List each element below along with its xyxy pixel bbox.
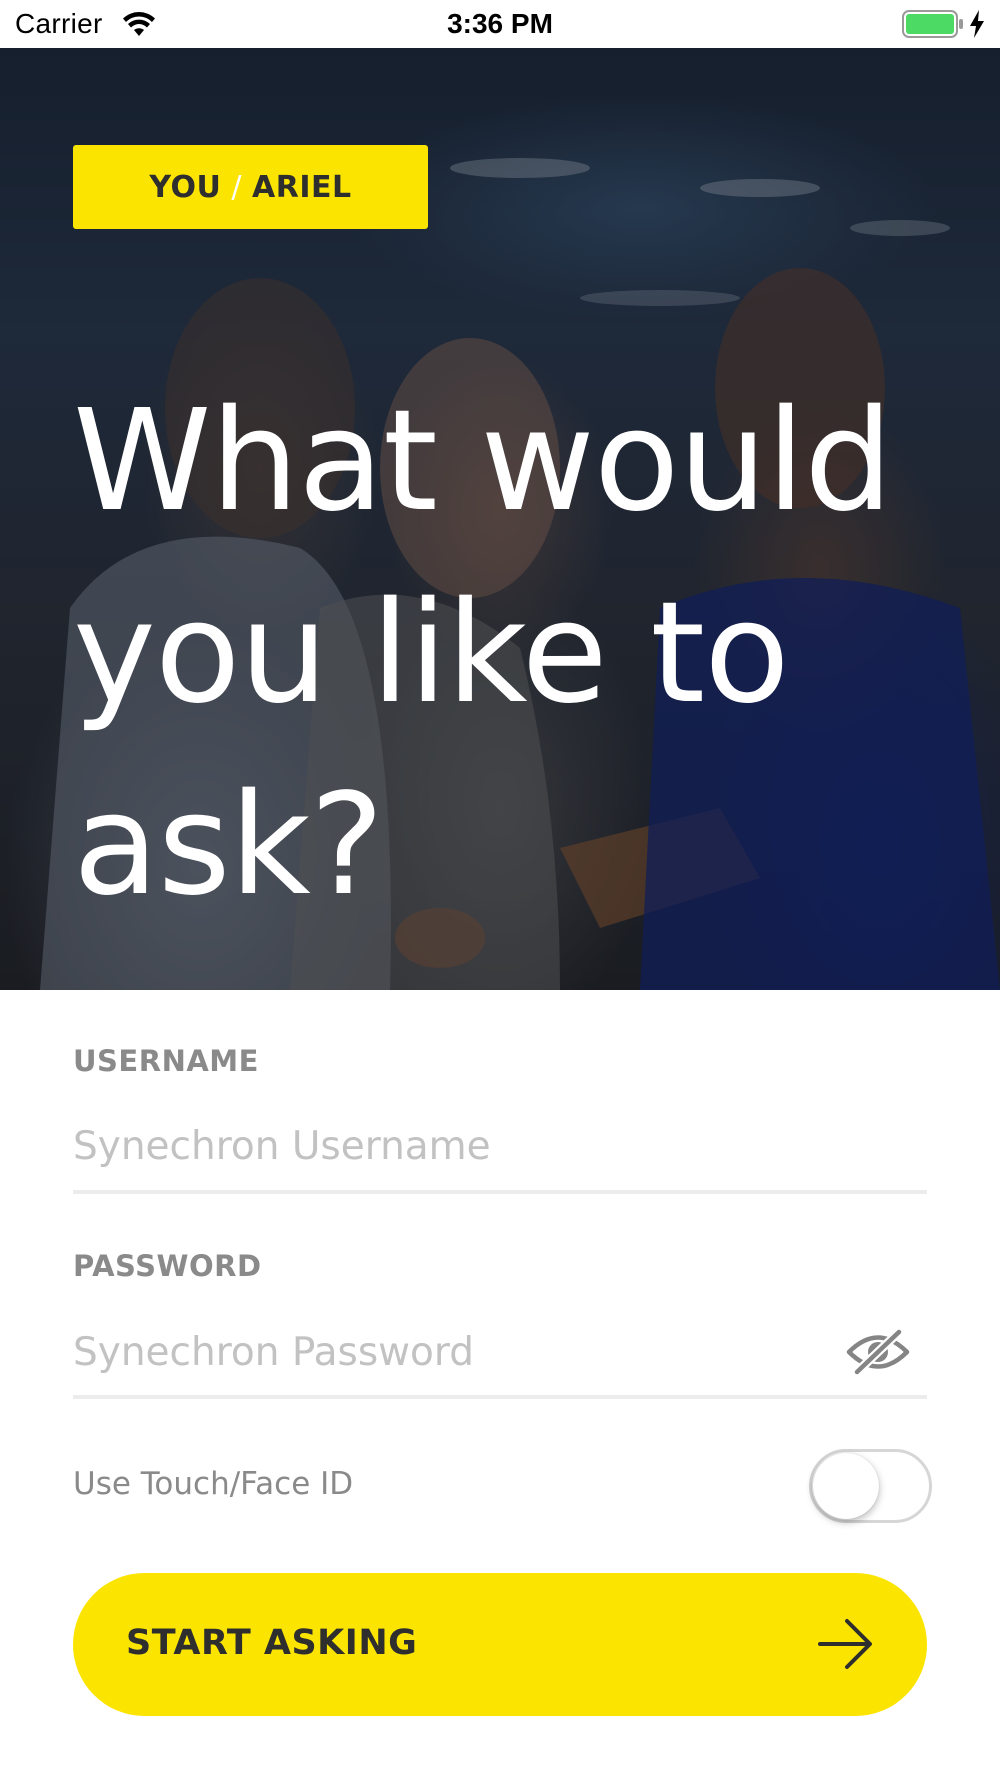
touch-id-label: Use Touch/Face ID [73, 1466, 354, 1502]
password-underline [73, 1395, 927, 1399]
hero-headline: What would you like to ask? [73, 380, 893, 927]
brand-badge: YOU / ARIEL [73, 145, 428, 229]
hero-banner: YOU / ARIEL What would you like to ask? [0, 48, 1000, 990]
brand-badge-separator: / [231, 169, 243, 205]
brand-badge-ariel: ARIEL [252, 169, 352, 205]
eye-slash-icon[interactable] [845, 1327, 911, 1377]
username-underline [73, 1190, 927, 1194]
battery-icon [902, 10, 963, 38]
username-input[interactable] [73, 1111, 927, 1181]
password-label: PASSWORD [73, 1249, 262, 1283]
clock: 3:36 PM [447, 8, 553, 39]
touch-id-toggle[interactable] [809, 1449, 932, 1523]
start-asking-button[interactable]: START ASKING [73, 1573, 927, 1716]
status-bar: Carrier 3:36 PM [0, 0, 1000, 48]
username-label: USERNAME [73, 1044, 259, 1078]
brand-badge-you: YOU [149, 169, 222, 205]
password-input[interactable] [73, 1317, 833, 1387]
arrow-right-icon [818, 1619, 872, 1669]
toggle-knob [813, 1453, 879, 1519]
charging-bolt-icon [970, 10, 984, 38]
start-asking-label: START ASKING [126, 1623, 418, 1663]
